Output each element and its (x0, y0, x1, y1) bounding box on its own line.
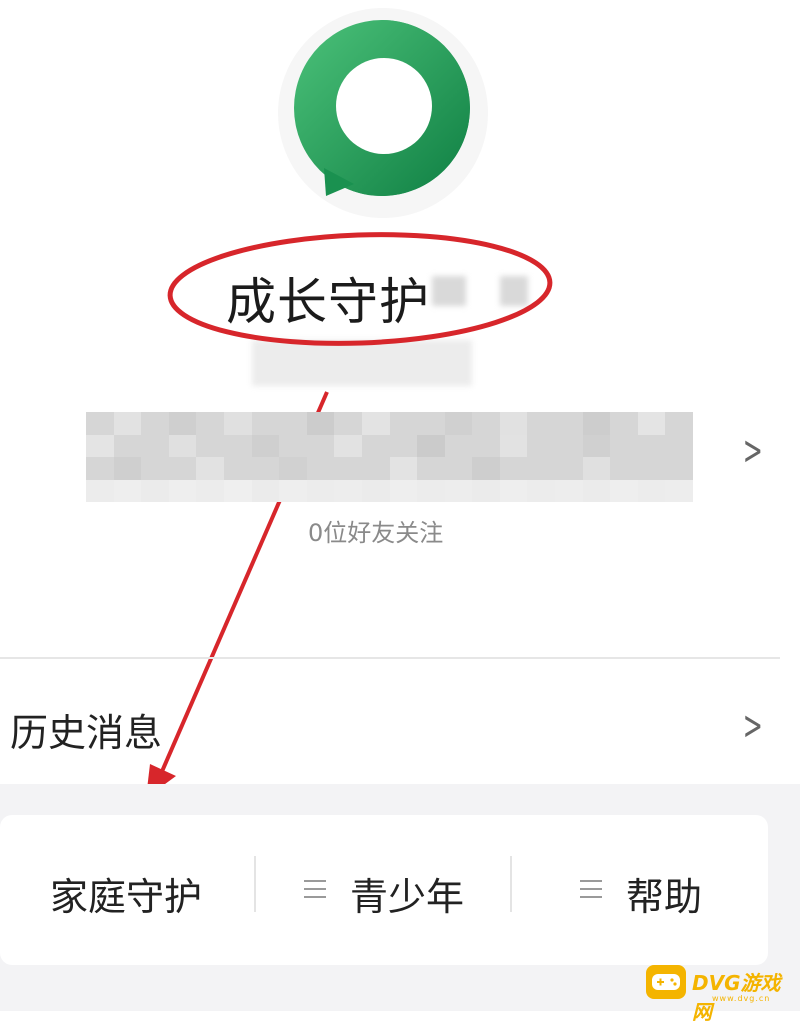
history-chevron-icon[interactable]: > (743, 703, 763, 749)
history-messages-label: 历史消息 (10, 711, 163, 755)
tab-youth[interactable]: 青少年 (350, 866, 464, 921)
follow-count-text: 0位好友关注 (308, 519, 444, 547)
info-row-chevron-icon[interactable]: > (743, 428, 763, 474)
tab-help[interactable]: 帮助 (626, 866, 702, 921)
gamepad-icon (646, 965, 686, 999)
menu-icon (580, 880, 602, 900)
section-divider (0, 657, 780, 659)
watermark-url: www.dvg.cn (712, 994, 771, 1003)
blurred-info-row (86, 412, 693, 502)
title-annotation-ellipse (167, 232, 553, 346)
tab-family-guard[interactable]: 家庭守护 (50, 866, 202, 921)
menu-icon (304, 880, 326, 900)
tab-separator (510, 856, 512, 912)
tab-separator (254, 856, 256, 912)
